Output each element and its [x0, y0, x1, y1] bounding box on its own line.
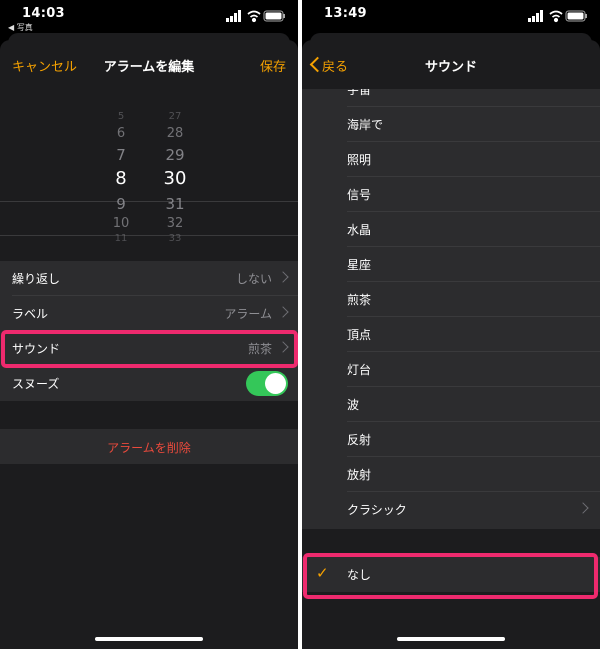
- wifi-icon: [247, 10, 261, 23]
- status-time: 14:03: [22, 6, 65, 21]
- back-to-app-link[interactable]: ◀ 写真: [8, 22, 33, 33]
- classic-sounds-row[interactable]: クラシック: [302, 492, 600, 527]
- sound-label: 宇宙: [347, 89, 372, 97]
- time-picker[interactable]: 5 6 7 8 9 10 11 27 28 29 30 31 32 33: [0, 89, 298, 249]
- status-bar: 14:03 ◀ 写真: [0, 0, 298, 36]
- save-button[interactable]: 保存: [260, 56, 286, 75]
- sound-label: 星座: [347, 258, 372, 272]
- sound-option[interactable]: 波: [302, 387, 600, 422]
- sound-row-highlight: [1, 330, 298, 368]
- status-time: 13:49: [324, 6, 367, 21]
- nav-bar: 戻る サウンド: [302, 40, 600, 90]
- status-bar: 13:49: [302, 0, 600, 36]
- sound-option[interactable]: 頂点: [302, 317, 600, 352]
- sound-label: 放射: [347, 468, 372, 482]
- sound-label: 灯台: [347, 363, 372, 377]
- page-title: サウンド: [424, 60, 477, 75]
- row-value: アラーム: [224, 307, 272, 321]
- battery-icon: [263, 10, 285, 22]
- sound-option[interactable]: 反射: [302, 422, 600, 457]
- signal-icon: [528, 10, 543, 22]
- row-label: ラベル: [12, 307, 49, 321]
- home-indicator: [397, 637, 505, 641]
- page-title: アラームを編集: [103, 60, 195, 75]
- sound-label: 照明: [347, 153, 372, 167]
- row-label: スヌーズ: [12, 377, 60, 391]
- none-row-highlight: [303, 553, 598, 599]
- picker-selection-band: [0, 201, 298, 236]
- sound-list: 宇宙 海岸で 照明 信号 水晶 星座 煎茶 頂点 灯台 波 反射 放射 クラシッ…: [302, 89, 600, 529]
- sound-option[interactable]: 煎茶: [302, 282, 600, 317]
- hour-option: 5: [117, 111, 125, 122]
- signal-icon: [226, 10, 241, 22]
- toggle-knob: [265, 373, 286, 394]
- sound-label: 水晶: [347, 223, 372, 237]
- snooze-row: スヌーズ: [0, 366, 298, 401]
- selected-minute: 30: [163, 168, 187, 189]
- sound-option[interactable]: 宇宙: [302, 89, 600, 107]
- minute-option: 33: [168, 233, 182, 244]
- sound-option[interactable]: 星座: [302, 247, 600, 282]
- sound-option[interactable]: 灯台: [302, 352, 600, 387]
- sound-option[interactable]: 照明: [302, 142, 600, 177]
- minute-option: 28: [166, 126, 184, 141]
- row-value: しない: [235, 272, 272, 286]
- sound-option[interactable]: 海岸で: [302, 107, 600, 142]
- snooze-toggle[interactable]: [246, 371, 288, 396]
- minute-option: 32: [166, 216, 184, 231]
- status-icons: [226, 10, 285, 23]
- label-row[interactable]: ラベル アラーム: [0, 296, 298, 331]
- delete-alarm-button[interactable]: アラームを削除: [0, 429, 298, 464]
- battery-icon: [565, 10, 587, 22]
- minute-option: 29: [165, 146, 185, 164]
- hour-option: 10: [112, 216, 130, 231]
- nav-bar: キャンセル アラームを編集 保存: [0, 40, 298, 90]
- chevron-right-icon: [277, 306, 289, 318]
- sound-label: 頂点: [347, 328, 372, 342]
- minute-option: 27: [168, 111, 182, 122]
- sound-option[interactable]: 信号: [302, 177, 600, 212]
- edit-alarm-screen: 14:03 ◀ 写真 キャンセル アラームを編集 保存 5 6 7 8 9 10…: [0, 0, 298, 649]
- hour-option: 7: [116, 146, 126, 164]
- hour-option: 11: [114, 233, 128, 244]
- hour-option: 6: [116, 126, 126, 141]
- sound-label: 煎茶: [347, 293, 372, 307]
- home-indicator: [95, 637, 203, 641]
- chevron-right-icon: [577, 502, 589, 514]
- wifi-icon: [549, 10, 563, 23]
- minute-option: 31: [165, 195, 185, 213]
- status-icons: [528, 10, 587, 23]
- sound-label: クラシック: [347, 503, 407, 517]
- sound-label: 波: [347, 398, 360, 412]
- chevron-right-icon: [277, 271, 289, 283]
- selected-hour: 8: [115, 168, 127, 189]
- sound-option[interactable]: 水晶: [302, 212, 600, 247]
- sound-label: 信号: [347, 188, 372, 202]
- sound-select-screen: 13:49 戻る サウンド 宇宙 海岸で 照明 信号 水晶 星座 煎茶 頂点 灯…: [302, 0, 600, 649]
- sound-option[interactable]: 放射: [302, 457, 600, 492]
- sound-label: 海岸で: [347, 118, 384, 132]
- delete-alarm-label: アラームを削除: [107, 441, 191, 455]
- repeat-row[interactable]: 繰り返し しない: [0, 261, 298, 296]
- row-label: 繰り返し: [12, 272, 61, 286]
- sound-label: 反射: [347, 433, 372, 447]
- hour-option: 9: [116, 195, 126, 213]
